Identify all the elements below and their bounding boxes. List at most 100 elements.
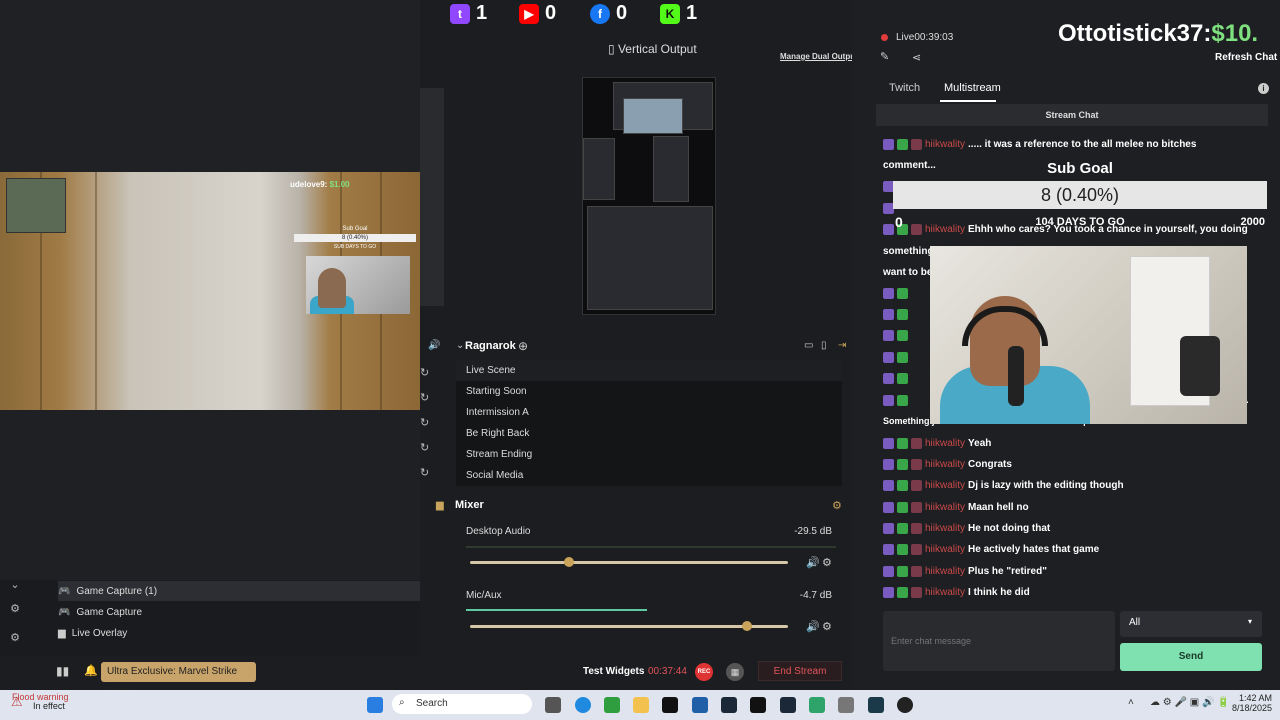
horizontal-preview[interactable]: udelove9: $1.00 Sub Goal 8 (0.40%) SUB D… xyxy=(0,172,420,410)
source-item[interactable]: 🎮 Game Capture (1) xyxy=(58,581,440,601)
scene-item[interactable]: Be Right Back xyxy=(456,423,842,444)
monitor-icon[interactable]: ▭ xyxy=(804,340,813,351)
preview-overlay-donation: udelove9: $1.00 xyxy=(290,180,350,189)
transition-icon[interactable]: ⇥ xyxy=(838,340,846,351)
obs-icon[interactable] xyxy=(897,697,913,713)
scene-item[interactable]: Live Scene xyxy=(456,360,842,381)
start-icon[interactable] xyxy=(367,697,383,713)
streamlabs-icon[interactable] xyxy=(868,697,884,713)
steam-icon[interactable] xyxy=(780,697,796,713)
gamepad-icon: 🎮 xyxy=(58,606,71,618)
taskbar-search[interactable]: Search xyxy=(392,694,532,714)
tab-twitch[interactable]: Twitch xyxy=(889,82,920,94)
rec-button[interactable]: REC xyxy=(695,663,713,681)
steam-icon[interactable] xyxy=(721,697,737,713)
chat-message: hiikwality He actively hates that game xyxy=(883,544,1258,555)
refresh-icon[interactable]: ↻ xyxy=(420,441,430,454)
chevron-down-icon: ▾ xyxy=(1247,617,1252,626)
chat-message: hiikwality Congrats xyxy=(883,459,1258,470)
vertical-output-label: ▯ Vertical Output xyxy=(608,42,697,56)
desktop-audio-slider[interactable] xyxy=(470,557,788,567)
stats-icon[interactable]: ▮▮ xyxy=(56,664,69,678)
mic-audio-slider[interactable] xyxy=(470,621,788,631)
gear-icon[interactable]: ⚙ xyxy=(822,556,832,569)
tiktok-icon[interactable] xyxy=(750,697,766,713)
scene-item[interactable]: Stream Ending xyxy=(456,444,842,465)
plugin-icon[interactable]: ⚙ xyxy=(8,602,22,616)
mobile-icon[interactable]: ▯ xyxy=(821,340,827,351)
speaker-icon[interactable]: 🔊 xyxy=(806,620,820,633)
refresh-icon[interactable]: ↻ xyxy=(420,366,430,379)
chevron-down-icon[interactable]: ⌄ xyxy=(456,340,464,351)
settings-icon[interactable]: ⚙ xyxy=(8,631,22,645)
explorer-icon[interactable] xyxy=(633,697,649,713)
task-view-icon[interactable] xyxy=(545,697,561,713)
app-icon[interactable] xyxy=(692,697,708,713)
edge-icon[interactable] xyxy=(575,697,591,713)
warning-icon: ⚠ xyxy=(11,694,23,709)
vertical-preview[interactable] xyxy=(582,77,716,315)
chat-message: hiikwality I think he did xyxy=(883,587,1258,598)
twitch-icon: t xyxy=(450,3,470,24)
twitch-viewers: t1 xyxy=(450,2,487,25)
chat-input[interactable] xyxy=(883,611,1115,671)
refresh-icon[interactable]: ↻ xyxy=(420,416,430,429)
scene-item[interactable]: Social Media xyxy=(456,465,842,486)
tray-icons[interactable]: ☁ ⚙ 🎤 ▣ 🔊 🔋 xyxy=(1150,697,1230,708)
tab-multistream[interactable]: Multistream xyxy=(944,82,1001,94)
chat-message: hiikwality Dj is lazy with the editing th… xyxy=(883,480,1258,491)
chat-message: hiikwality..... it was a reference to th… xyxy=(883,139,1258,150)
scene-item[interactable]: Starting Soon xyxy=(456,381,842,402)
webcam-overlay xyxy=(930,246,1247,424)
chat-message: hiikwality Yeah xyxy=(883,438,1258,449)
clock[interactable]: 1:42 AM 8/18/2025 xyxy=(1228,693,1272,713)
promo-chip[interactable]: Ultra Exclusive: Marvel Strike Force xyxy=(101,662,256,697)
end-stream-button[interactable]: End Stream xyxy=(758,661,842,681)
slider-knob[interactable] xyxy=(741,621,752,631)
source-item[interactable]: 🎮 Game Capture xyxy=(58,602,440,622)
slider-knob[interactable] xyxy=(563,557,574,567)
game-minimap xyxy=(6,178,66,233)
chat-message: hiikwality Plus he "retired" xyxy=(883,566,1258,577)
source-item[interactable]: ▆ Live Overlay xyxy=(58,623,440,643)
facebook-viewers: f0 xyxy=(590,2,627,25)
test-widgets-button[interactable]: Test Widgets xyxy=(583,666,644,677)
replay-buffer-icon[interactable]: ▦ xyxy=(726,663,744,681)
info-icon[interactable]: i xyxy=(1258,83,1269,94)
refresh-chat-button[interactable]: Refresh Chat xyxy=(1215,52,1277,63)
chat-filter-select[interactable]: All ▾ xyxy=(1120,611,1262,637)
chevron-up-icon[interactable]: ˄ xyxy=(1128,697,1134,708)
manage-dual-output-link[interactable]: Manage Dual Output xyxy=(780,52,858,61)
notification-icon[interactable]: 🔔 xyxy=(84,664,98,677)
app-icon[interactable] xyxy=(809,697,825,713)
scene-collection-name[interactable]: Ragnarok xyxy=(465,340,516,352)
tiktok-icon[interactable] xyxy=(662,697,678,713)
live-time: Live00:39:03 xyxy=(896,32,954,43)
speaker-icon[interactable]: 🔊 xyxy=(806,556,820,569)
monitor-icon: ▯ xyxy=(608,42,615,56)
xbox-icon[interactable] xyxy=(604,697,620,713)
chat-overlay-donation: Ottotistick37:$10. xyxy=(1058,20,1259,47)
refresh-icon[interactable]: ↻ xyxy=(420,466,430,479)
tab-indicator xyxy=(940,100,996,102)
folder-icon[interactable]: ▆ xyxy=(436,500,444,511)
gear-icon[interactable]: ⚙ xyxy=(832,499,842,512)
kick-icon: K xyxy=(660,3,680,24)
gear-icon[interactable]: ⚙ xyxy=(822,620,832,633)
pencil-icon[interactable]: ✎ xyxy=(880,50,889,63)
settings-icon[interactable] xyxy=(838,697,854,713)
send-button[interactable]: Send xyxy=(1120,643,1262,671)
share-icon[interactable]: ⋖ xyxy=(912,51,921,64)
chat-message: hiikwality He not doing that xyxy=(883,523,1258,534)
preview-sub-goal: Sub Goal 8 (0.40%) SUB DAYS TO GO xyxy=(294,226,416,252)
refresh-icon[interactable]: ↻ xyxy=(420,391,430,404)
scenes-header: 🔊 ⌄ Ragnarok ⊕ ▭ ▯ ⇥ xyxy=(420,336,852,358)
mixer-channel-desktop: Desktop Audio -29.5 dB xyxy=(466,526,832,537)
scene-item[interactable]: Intermission A xyxy=(456,402,842,423)
gamepad-icon: 🎮 xyxy=(58,585,71,597)
preview-webcam xyxy=(306,256,410,314)
chat-message: hiikwality Maan hell no xyxy=(883,502,1258,513)
chevron-icon[interactable]: ⌄ xyxy=(8,578,22,592)
speaker-icon[interactable]: 🔊 xyxy=(428,340,440,351)
add-scene-icon[interactable]: ⊕ xyxy=(518,339,528,353)
